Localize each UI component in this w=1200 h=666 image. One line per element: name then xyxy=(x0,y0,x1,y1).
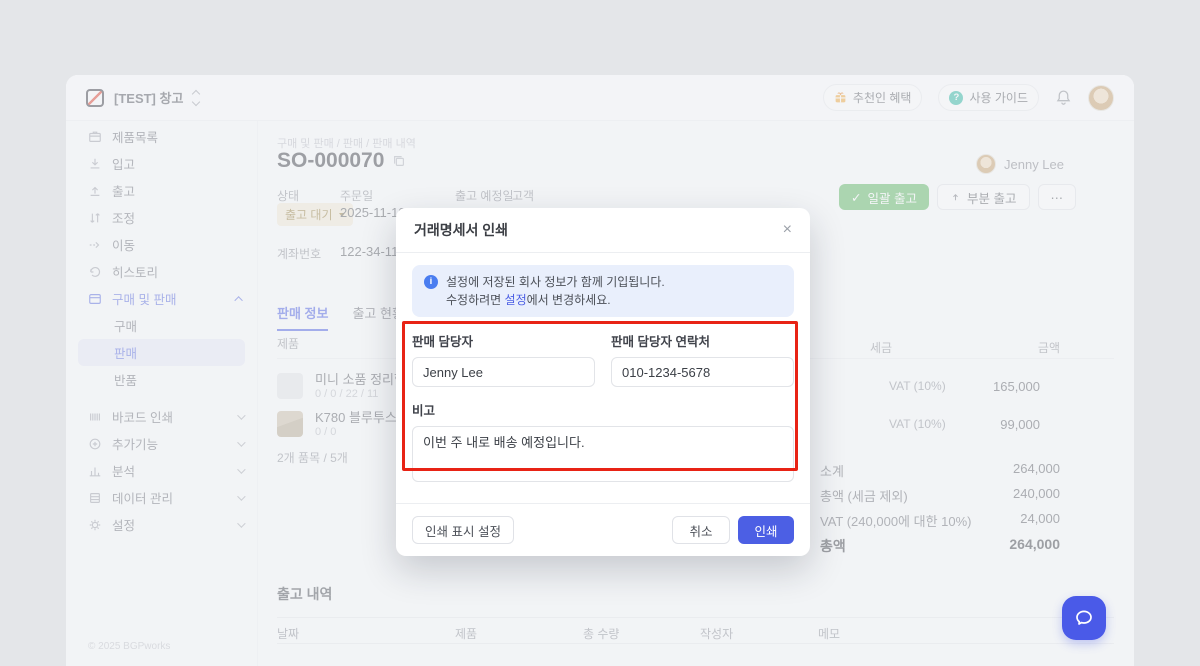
info-line1: 설정에 저장된 회사 정보가 함께 기입됩니다. xyxy=(446,275,665,289)
info-banner-text: 설정에 저장된 회사 정보가 함께 기입됩니다. 수정하려면 설정에서 변경하세… xyxy=(446,273,665,309)
contact-field-label: 판매 담당자 연락처 xyxy=(611,331,794,350)
info-line2-prefix: 수정하려면 xyxy=(446,293,505,307)
print-display-settings-button[interactable]: 인쇄 표시 설정 xyxy=(412,516,514,544)
note-field-label: 비고 xyxy=(412,400,794,419)
info-icon: i xyxy=(424,275,438,289)
manager-input[interactable] xyxy=(412,357,595,387)
info-banner: i 설정에 저장된 회사 정보가 함께 기입됩니다. 수정하려면 설정에서 변경… xyxy=(412,265,794,317)
close-icon[interactable]: × xyxy=(783,222,792,238)
settings-link[interactable]: 설정 xyxy=(505,293,527,307)
manager-field-label: 판매 담당자 xyxy=(412,331,595,350)
print-button[interactable]: 인쇄 xyxy=(738,516,794,544)
cancel-button[interactable]: 취소 xyxy=(672,516,730,544)
chat-icon xyxy=(1074,608,1094,628)
note-textarea[interactable]: 이번 주 내로 배송 예정입니다. xyxy=(412,426,794,482)
contact-input[interactable] xyxy=(611,357,794,387)
modal-title: 거래명세서 인쇄 xyxy=(414,220,508,240)
chat-button[interactable] xyxy=(1062,596,1106,640)
info-line2-suffix: 에서 변경하세요. xyxy=(527,293,611,307)
print-statement-modal: 거래명세서 인쇄 × i 설정에 저장된 회사 정보가 함께 기입됩니다. 수정… xyxy=(396,208,810,556)
